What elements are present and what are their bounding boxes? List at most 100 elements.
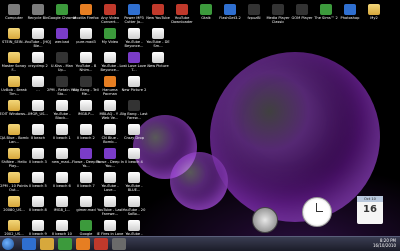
taskbar-date: 16/10/2010	[372, 243, 396, 248]
app-icon	[128, 100, 140, 111]
app-icon	[80, 4, 92, 15]
folder-icon	[8, 148, 20, 159]
file-icon	[104, 172, 116, 183]
app-icon	[248, 4, 260, 15]
app-icon	[56, 4, 68, 15]
file-icon	[56, 148, 68, 159]
app-icon	[224, 4, 236, 15]
wallpaper-sphere-large	[210, 52, 380, 222]
app-icon	[80, 220, 92, 231]
folder-icon	[8, 52, 20, 63]
file-icon	[32, 28, 44, 39]
desktop-icon-label: New Picture	[147, 64, 169, 68]
file-icon	[56, 220, 68, 231]
folder-icon	[8, 76, 20, 87]
desktop-icon[interactable]: YouTube - DE Sm...	[146, 28, 170, 54]
app-icon	[80, 148, 92, 159]
file-icon	[80, 100, 92, 111]
taskbar-explorer-icon[interactable]	[40, 238, 54, 250]
file-icon	[128, 124, 140, 135]
app-icon	[296, 4, 308, 15]
file-icon	[128, 76, 140, 87]
app-icon	[104, 76, 116, 87]
desktop-icon-label: New Picture 2	[121, 88, 147, 92]
folder-icon	[8, 124, 20, 135]
app-icon	[80, 76, 92, 87]
app-icon	[56, 52, 68, 63]
file-icon	[80, 124, 92, 135]
file-icon	[80, 172, 92, 183]
file-icon	[32, 196, 44, 207]
app-icon	[128, 4, 140, 15]
calendar-month: Oct 10	[357, 196, 383, 202]
start-button[interactable]	[2, 238, 14, 250]
desktop-icon[interactable]: New Picture 2	[122, 76, 146, 102]
desktop-icon[interactable]: Big Bang - Last Farew...	[120, 100, 148, 126]
app-icon	[8, 4, 20, 15]
file-icon	[32, 52, 44, 63]
app-icon	[152, 4, 164, 15]
app-icon	[104, 4, 116, 15]
taskbar: 8:20 PM 16/10/2010	[0, 236, 400, 251]
file-icon	[80, 196, 92, 207]
file-icon	[128, 148, 140, 159]
file-icon	[104, 100, 116, 111]
file-icon	[32, 148, 44, 159]
folder-icon	[8, 100, 20, 111]
desktop[interactable]: Computer Recycle Bin Google Chrome Mozilla …	[0, 0, 400, 236]
clock-gadget[interactable]	[302, 197, 332, 227]
taskbar-clock[interactable]: 8:20 PM 16/10/2010	[373, 238, 396, 248]
desktop-icon-label: YouTube - 20 SoBo...	[122, 208, 146, 217]
calendar-gadget[interactable]: Oct 10 16	[357, 196, 383, 224]
taskbar-media-icon[interactable]	[94, 238, 108, 250]
desktop-icon[interactable]: Crazy Drop	[122, 124, 146, 150]
app-icon	[320, 4, 332, 15]
folder-icon	[8, 28, 20, 39]
app-icon	[200, 4, 212, 15]
file-icon	[104, 124, 116, 135]
desktop-icon[interactable]: YouTube - 20 SoBo...	[122, 196, 146, 222]
file-icon	[32, 100, 44, 111]
app-icon	[344, 4, 356, 15]
desktop-icon-label: My2	[370, 16, 378, 20]
desktop-icon-label: Crazy Drop	[124, 136, 144, 140]
file-icon	[32, 76, 44, 87]
desktop-icon[interactable]: YouTube - SHIN...	[122, 220, 146, 236]
desktop-icon[interactable]: YouTube - BLUE...	[122, 172, 146, 198]
slideshow-gadget[interactable]	[252, 207, 278, 233]
desktop-icon-label: Big Bang - Last Farew...	[120, 112, 148, 121]
file-icon	[56, 124, 68, 135]
file-icon	[104, 52, 116, 63]
file-icon	[80, 52, 92, 63]
taskbar-ie-icon[interactable]	[22, 238, 36, 250]
app-icon	[32, 4, 44, 15]
folder-icon	[8, 196, 20, 207]
file-icon	[32, 220, 44, 231]
file-icon	[128, 28, 140, 39]
file-icon	[104, 196, 116, 207]
app-icon	[104, 148, 116, 159]
app-icon	[104, 28, 116, 39]
app-icon	[56, 28, 68, 39]
file-icon	[128, 172, 140, 183]
taskbar-firefox-icon[interactable]	[76, 238, 90, 250]
file-icon	[80, 28, 92, 39]
file-icon	[152, 52, 164, 63]
file-icon	[128, 220, 140, 231]
system-tray: 8:20 PM 16/10/2010	[328, 238, 398, 250]
taskbar-chrome-icon[interactable]	[58, 238, 72, 250]
app-icon	[56, 76, 68, 87]
file-icon	[32, 172, 44, 183]
folder-icon	[8, 172, 20, 183]
file-icon	[152, 28, 164, 39]
taskbar-flashget-icon[interactable]	[112, 238, 126, 250]
desktop-icon[interactable]: II beach 4	[122, 148, 146, 174]
calendar-day: 16	[363, 204, 377, 215]
app-icon	[128, 52, 140, 63]
file-icon	[104, 220, 116, 231]
desktop-icon[interactable]: New Picture	[146, 52, 170, 78]
app-icon	[272, 4, 284, 15]
file-icon	[128, 196, 140, 207]
desktop-icon[interactable]: My2	[362, 4, 386, 30]
folder-icon	[368, 4, 380, 15]
